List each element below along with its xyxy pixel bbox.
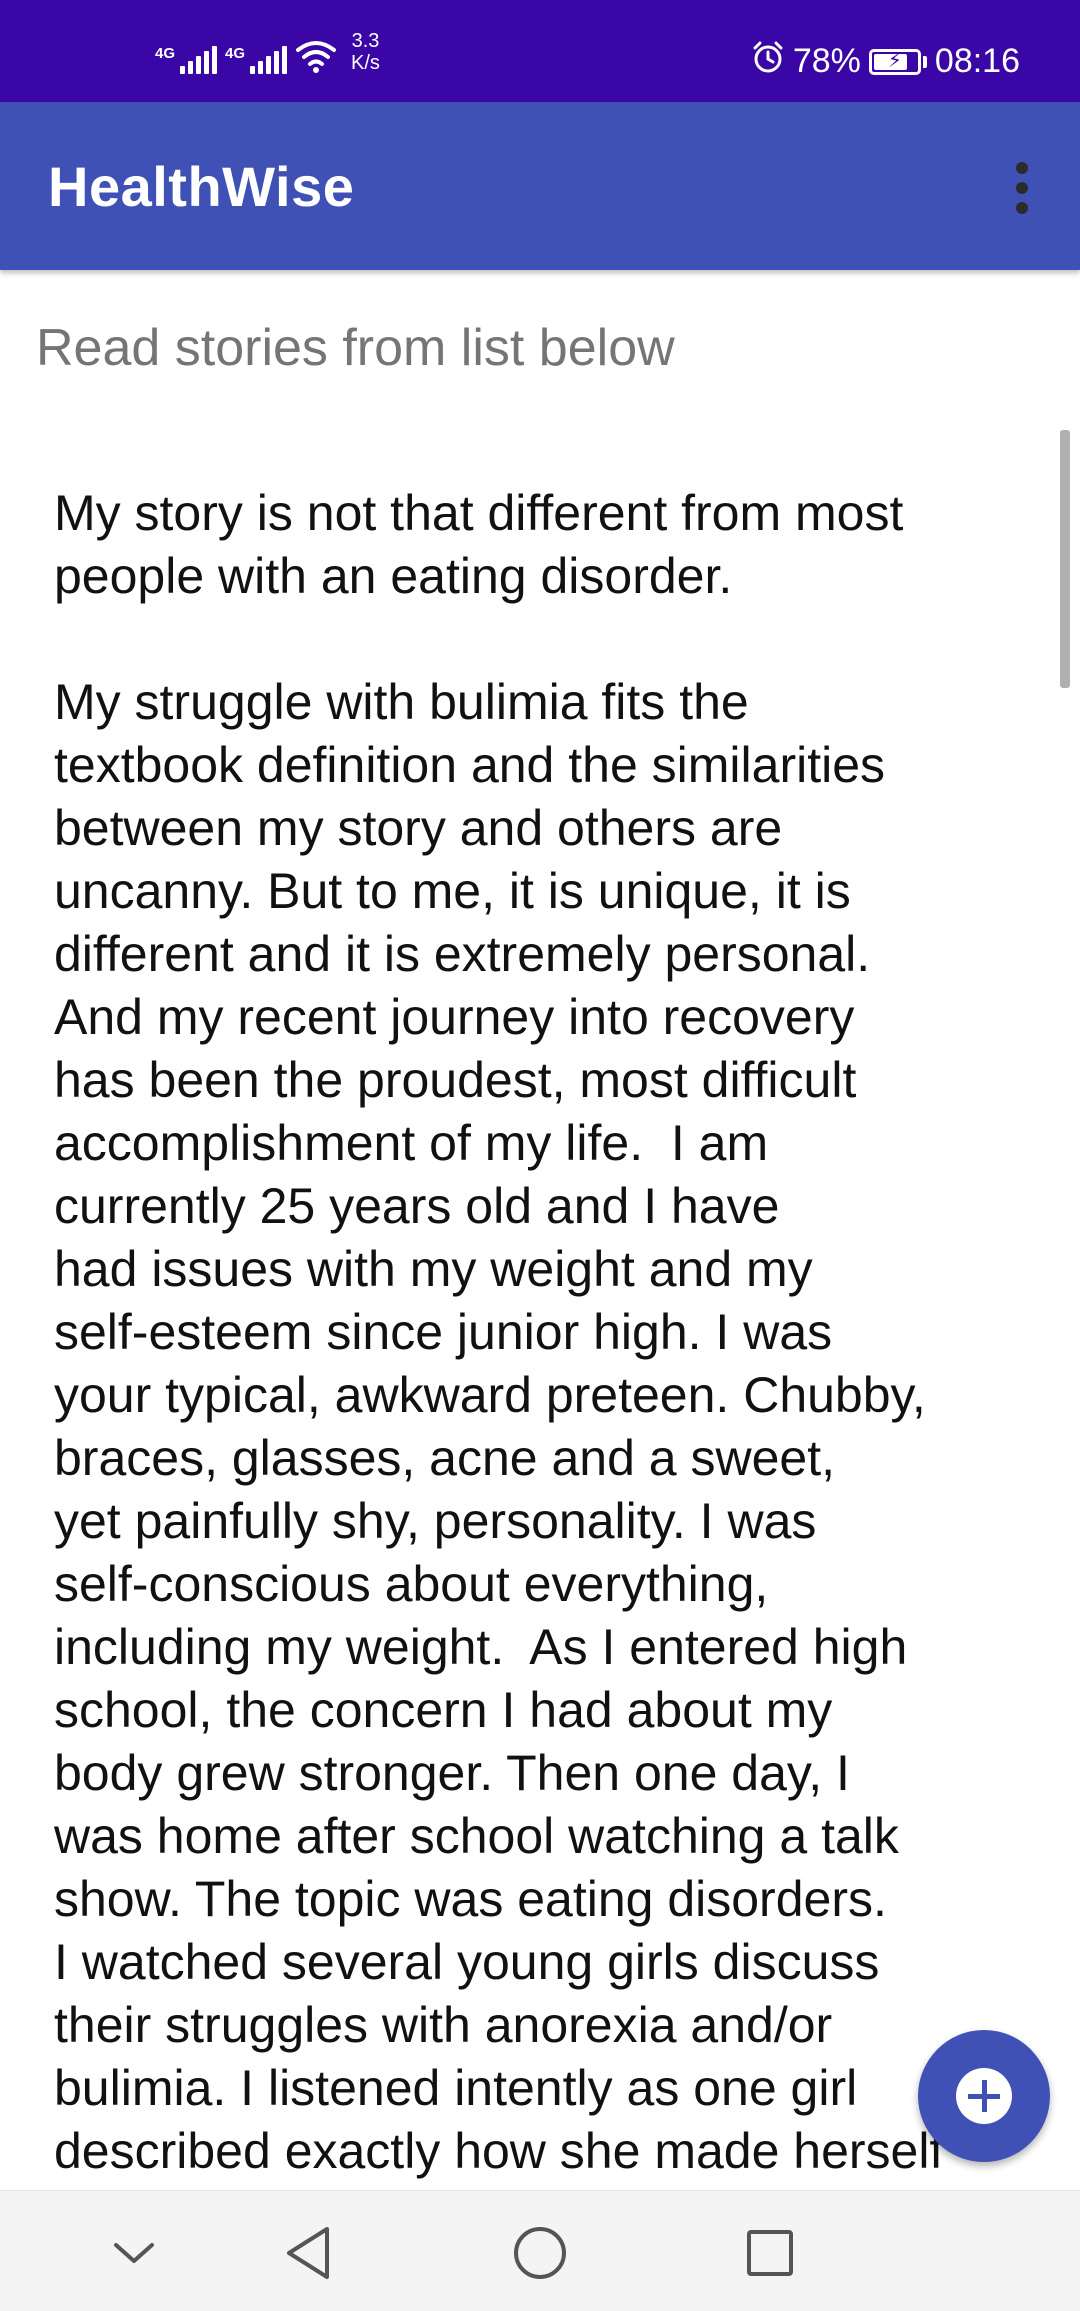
- battery-percent: 78%: [792, 42, 861, 80]
- story-text: My story is not that different from most…: [54, 485, 944, 2179]
- signal-icon: 4G: [225, 45, 288, 74]
- status-right-group: 78% ⚡ 08:16: [751, 40, 1020, 83]
- more-vert-icon[interactable]: [994, 152, 1050, 224]
- story-scroll-area[interactable]: My story is not that different from most…: [0, 450, 1080, 2190]
- navigation-bar: [0, 2190, 1080, 2311]
- scrollbar-thumb[interactable]: [1060, 430, 1070, 688]
- net-speed: 3.3 K/s: [351, 30, 380, 74]
- home-icon[interactable]: [508, 2221, 572, 2285]
- chevron-down-icon[interactable]: [102, 2221, 166, 2285]
- app-title: HealthWise: [48, 155, 355, 218]
- signal-icon: 4G: [155, 45, 218, 74]
- alarm-icon: [751, 40, 785, 83]
- wifi-icon: [295, 38, 337, 74]
- sim1-label: 4G: [155, 45, 176, 62]
- app-bar: HealthWise: [0, 102, 1080, 270]
- status-left-group: 4G 4G 3.3 K/s: [155, 30, 380, 74]
- net-speed-unit: K/s: [351, 52, 380, 74]
- battery-icon: ⚡: [868, 48, 921, 75]
- battery-nub: [922, 55, 927, 68]
- add-story-button[interactable]: [918, 2030, 1050, 2162]
- add-circle-icon: [956, 2068, 1012, 2124]
- recents-icon[interactable]: [738, 2221, 802, 2285]
- page-subtitle: Read stories from list below: [36, 319, 675, 377]
- clock-time: 08:16: [934, 42, 1020, 80]
- back-icon[interactable]: [276, 2221, 340, 2285]
- sim2-label: 4G: [225, 45, 246, 62]
- status-bar: 4G 4G 3.3 K/s 78% ⚡ 08:16: [0, 0, 1080, 102]
- net-speed-value: 3.3: [351, 30, 380, 52]
